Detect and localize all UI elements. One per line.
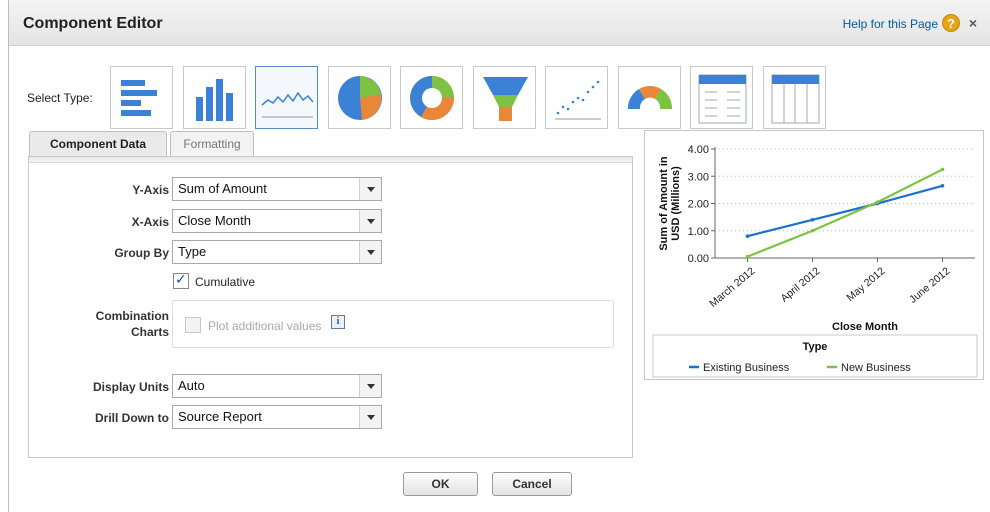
dialog-header: Component Editor Help for this Page ? × — [9, 0, 990, 46]
drill-down-value: Source Report — [178, 409, 262, 424]
type-pie[interactable] — [328, 66, 391, 129]
y-tick-label: 0.00 — [688, 253, 709, 265]
donut-chart-icon — [410, 76, 454, 120]
x-axis-value: Close Month — [178, 213, 251, 228]
series-line — [747, 184, 943, 238]
legend-title: Type — [803, 341, 828, 353]
combination-charts-label: Combination Charts — [29, 308, 169, 340]
y-axis-label: Y-Axis — [132, 183, 169, 197]
y-tick-label: 2.00 — [688, 199, 709, 211]
chevron-down-icon — [359, 178, 381, 200]
y-tick-label: 1.00 — [688, 226, 709, 238]
combination-charts-label-line1: Combination — [95, 309, 169, 323]
group-by-label: Group By — [114, 246, 169, 260]
x-tick-label: April 2012 — [778, 265, 822, 305]
data-point — [940, 183, 945, 188]
close-icon[interactable]: × — [964, 14, 982, 32]
drill-down-select[interactable]: Source Report — [172, 405, 382, 429]
line-chart-icon — [261, 91, 314, 118]
horizontal-bar-chart-icon — [121, 80, 157, 116]
display-units-value: Auto — [178, 378, 205, 393]
y-axis-select[interactable]: Sum of Amount — [172, 177, 382, 201]
gauge-chart-icon — [627, 86, 673, 109]
vertical-bar-chart-icon — [196, 79, 233, 121]
data-point — [745, 254, 750, 259]
data-point — [810, 228, 815, 233]
chevron-down-icon — [359, 375, 381, 397]
table-icon — [698, 74, 747, 124]
x-axis-select[interactable]: Close Month — [172, 209, 382, 233]
table-grid-icon — [771, 74, 820, 124]
dialog-title: Component Editor — [23, 15, 163, 32]
funnel-chart-icon — [483, 77, 528, 121]
y-axis-title-line2: USD (Millions) — [670, 166, 682, 241]
series-line — [747, 168, 943, 258]
type-line[interactable] — [255, 66, 318, 129]
drill-down-label: Drill Down to — [95, 411, 169, 425]
x-axis-title: Close Month — [832, 321, 898, 333]
chart-preview-svg: 0.00 1.00 2.00 3.00 4.00 March 2012 April 2012… — [652, 144, 978, 378]
legend-label: New Business — [841, 362, 911, 374]
type-donut[interactable] — [400, 66, 463, 129]
cumulative-label: Cumulative — [195, 275, 256, 289]
component-data-panel: Y-Axis Sum of Amount X-Axis Close Month … — [28, 156, 633, 458]
panel-topbar — [29, 157, 632, 163]
cumulative-checkbox[interactable] — [173, 271, 189, 289]
type-scatter[interactable] — [545, 66, 608, 129]
legend-label: Existing Business — [703, 362, 790, 374]
chevron-down-icon — [359, 210, 381, 232]
type-horizontal-bar[interactable] — [110, 66, 173, 129]
component-editor-dialog: Component Editor Help for this Page ? × … — [8, 0, 990, 512]
help-link[interactable]: Help for this Page — [843, 17, 938, 31]
y-tick-label: 4.00 — [688, 144, 709, 156]
chevron-down-icon — [359, 406, 381, 428]
chevron-down-icon — [359, 241, 381, 263]
data-point — [875, 200, 880, 204]
type-vertical-bar[interactable] — [183, 66, 246, 129]
type-table[interactable] — [690, 66, 753, 129]
x-tick-label: June 2012 — [907, 265, 952, 306]
plot-additional-label: Plot additional values — [208, 319, 322, 333]
x-tick-label: March 2012 — [707, 265, 757, 310]
cancel-button[interactable]: Cancel — [492, 472, 572, 496]
select-type-label: Select Type: — [27, 91, 93, 105]
data-point — [745, 234, 750, 238]
y-axis-value: Sum of Amount — [178, 181, 267, 196]
combination-charts-box: Plot additional values i — [172, 300, 614, 348]
combination-charts-label-line2: Charts — [130, 325, 169, 339]
type-table-grid[interactable] — [763, 66, 826, 129]
group-by-select[interactable]: Type — [172, 240, 382, 264]
x-axis-label: X-Axis — [131, 215, 169, 229]
tab-formatting[interactable]: Formatting — [170, 131, 254, 157]
display-units-label: Display Units — [92, 380, 169, 394]
display-units-select[interactable]: Auto — [172, 374, 382, 398]
plot-additional-checkbox[interactable] — [185, 317, 201, 333]
x-tick-label: May 2012 — [844, 265, 887, 304]
data-point — [940, 167, 945, 172]
scatter-chart-icon — [555, 80, 601, 120]
y-axis-title-line1: Sum of Amount in — [658, 156, 670, 251]
pie-chart-icon — [338, 76, 382, 120]
type-funnel[interactable] — [473, 66, 536, 129]
y-tick-label: 3.00 — [688, 171, 709, 183]
type-gauge[interactable] — [618, 66, 681, 129]
data-point — [810, 218, 815, 222]
tab-component-data[interactable]: Component Data — [29, 131, 167, 157]
help-icon[interactable]: ? — [942, 14, 960, 32]
group-by-value: Type — [178, 244, 207, 259]
info-icon[interactable]: i — [331, 315, 345, 329]
chart-preview: 0.00 1.00 2.00 3.00 4.00 March 2012 April 2012… — [644, 130, 984, 380]
ok-button[interactable]: OK — [403, 472, 478, 496]
